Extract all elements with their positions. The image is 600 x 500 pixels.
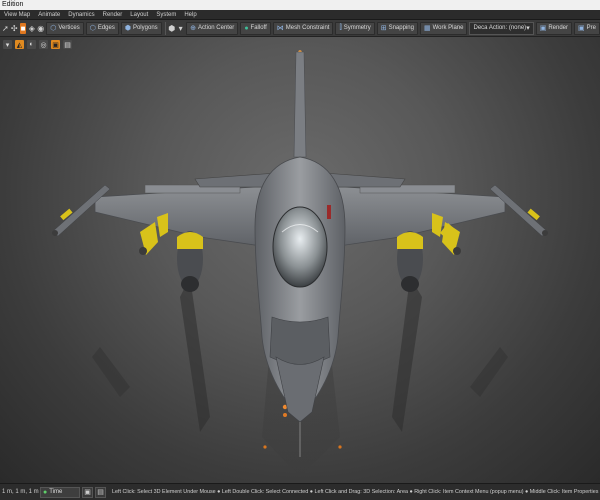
shading-icon[interactable]: ◐ [27,40,36,49]
menu-animate[interactable]: Animate [34,12,64,18]
viewport-menu-icon[interactable]: ▾ [3,40,12,49]
visibility-icon[interactable]: ◎ [39,40,48,49]
chevron-down-icon: ▾ [526,25,530,32]
menu-help[interactable]: Help [180,12,200,18]
vertices-icon: ⬡ [50,25,57,32]
menu-system[interactable]: System [152,12,180,18]
work-plane-button[interactable]: ▦ Work Plane [419,21,468,35]
3d-viewport[interactable]: ▾ ◭ ◐ ◎ ▣ ▤ [0,37,600,483]
action-center-icon: ⊕ [190,25,196,32]
menu-view-map[interactable]: View Map [0,12,34,18]
polygons-icon: ⬢ [124,25,131,32]
time-toggle[interactable]: ● Time [40,486,80,498]
preview-icon: ▣ [578,25,585,32]
cursor-coordinates: 1 m, 1 m, 1 m [2,489,39,495]
auto-select-icon[interactable]: ■ [19,22,27,34]
element-mode-icon[interactable]: ⬢ [168,23,175,34]
view-options-icon[interactable]: ▤ [63,40,72,49]
items-mode-icon[interactable]: ◈ [28,23,35,34]
falloff-icon: ● [244,24,249,32]
edges-icon: ⬡ [89,25,96,32]
camera-icon[interactable]: ▣ [51,40,60,49]
canopy [272,206,328,288]
menu-render[interactable]: Render [99,12,127,18]
snapping-icon: ⊞ [380,25,387,32]
falloff-button[interactable]: ● Falloff [240,21,271,35]
materials-mode-icon[interactable]: ◉ [37,23,44,34]
symmetry-icon: ⫿ [339,24,342,31]
viewport-scene [51,50,549,477]
window-title: Edition [2,1,24,8]
snapping-button[interactable]: ⊞ Snapping [376,21,418,35]
command-icon[interactable]: ▤ [95,486,106,498]
left-fuel-tank [177,231,203,292]
work-plane-icon: ▦ [423,25,431,32]
edges-button[interactable]: ⬡ Edges [85,21,119,35]
status-bar: 1 m, 1 m, 1 m ● Time ▣ ▤ Left Click: Sel… [0,483,600,500]
mesh-constraint-button[interactable]: ⋈ Mesh Constraint [272,21,334,35]
viewport-icon-strip: ▾ ◭ ◐ ◎ ▣ ▤ [3,40,72,49]
action-center-button[interactable]: ⊕ Action Center [186,21,239,35]
chevron-down-icon[interactable]: ▾ [177,23,184,34]
right-fuel-tank [397,231,423,292]
perspective-icon[interactable]: ◭ [15,40,24,49]
menu-dynamics[interactable]: Dynamics [64,12,98,18]
window-title-bar: Edition [0,0,600,10]
polygons-button[interactable]: ⬢ Polygons [120,21,162,35]
main-toolbar: ➚ ✣ ■ ◈ ◉ ⬡ Vertices ⬡ Edges ⬢ Polygons … [0,20,600,37]
vertical-tail [293,51,307,158]
select-tool-icon[interactable]: ➚ [2,23,9,34]
toolbar-divider [164,21,166,35]
transform-tool-icon[interactable]: ✣ [11,23,18,34]
deca-action-dropdown[interactable]: Deca Action: (none) ▾ [469,21,534,35]
mesh-constraint-icon: ⋈ [276,25,284,32]
vertices-button[interactable]: ⬡ Vertices [46,21,84,35]
time-indicator-icon: ● [43,488,48,496]
layout-icon[interactable]: ▣ [82,486,93,498]
render-icon: ▣ [539,25,547,32]
symmetry-button[interactable]: ⫿ Symmetry [335,21,375,35]
preview-button[interactable]: ▣ Pre [574,21,600,35]
status-hint-text: Left Click: Select 3D Element Under Mous… [112,489,600,495]
render-button[interactable]: ▣ Render [535,21,573,35]
menu-bar: View Map Animate Dynamics Render Layout … [0,10,600,20]
menu-layout[interactable]: Layout [126,12,152,18]
